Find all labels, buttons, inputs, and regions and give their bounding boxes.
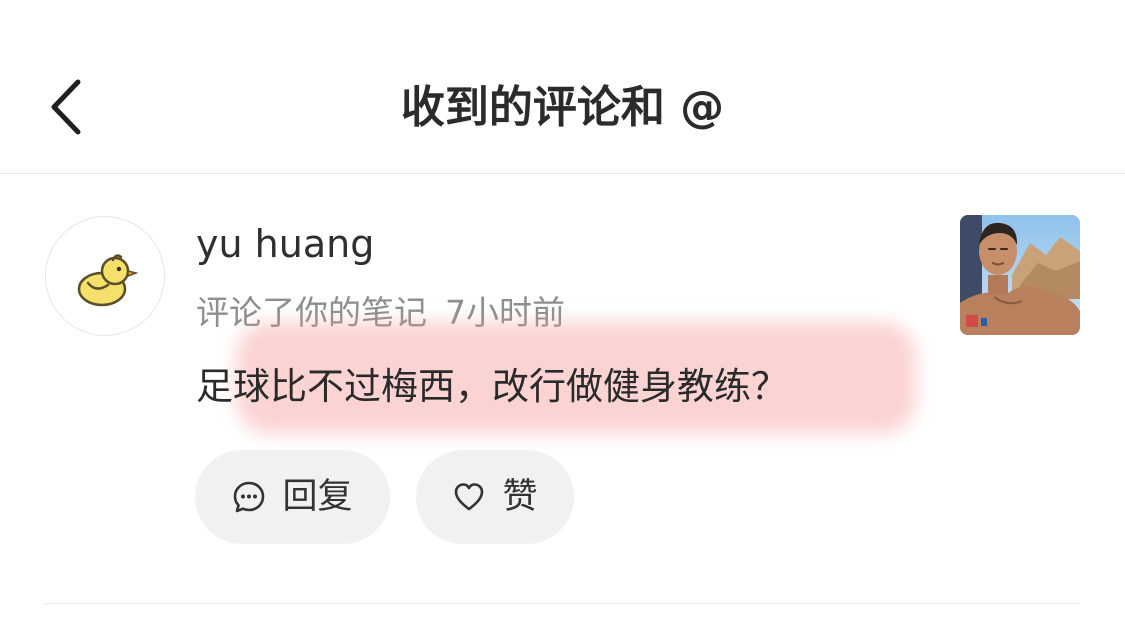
heart-icon: [455, 483, 484, 511]
avatar[interactable]: [45, 216, 165, 336]
reply-button[interactable]: 回复: [195, 450, 390, 544]
reply-label: 回复: [282, 477, 353, 517]
note-thumbnail[interactable]: [960, 215, 1080, 335]
like-label: 赞: [502, 477, 538, 517]
like-button[interactable]: 赞: [416, 450, 574, 544]
comment-author-name[interactable]: yu huang: [196, 220, 374, 268]
divider: [45, 603, 1080, 604]
notification-item[interactable]: yu huang 评论了你的笔记 7小时前 足球比不过梅西，改行做健身教练？ 回复…: [0, 174, 1125, 604]
page-title: 收到的评论和 @: [400, 82, 725, 133]
note-photo-thumbnail: [960, 215, 1080, 335]
comment-text: 足球比不过梅西，改行做健身教练？: [196, 365, 788, 408]
header-bar: 收到的评论和 @: [0, 0, 1125, 174]
yellow-chick-icon: [77, 254, 139, 307]
comment-bubble-icon: [234, 481, 265, 513]
